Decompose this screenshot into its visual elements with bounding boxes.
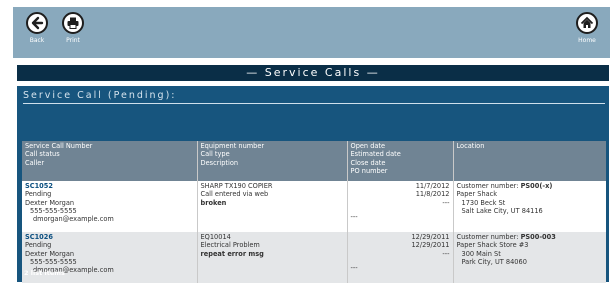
table-row[interactable]: SC1052 Pending Dexter Morgan 555-555-555… [22, 181, 606, 232]
print-label: Print [66, 37, 80, 44]
column-header-location[interactable]: Location [453, 141, 606, 181]
customer-number: Customer number: PS00(-x) [456, 182, 553, 190]
page-title: — Service Calls — [17, 65, 609, 81]
table-row[interactable]: SC1026 Pending Dexter Morgan 555-555-555… [22, 232, 606, 283]
caller-name: Dexter Morgan [25, 198, 75, 207]
equipment-cell: EQ10014 Electrical Problem repeat error … [197, 232, 348, 283]
location-city: Salt Lake City, UT 84116 [461, 206, 543, 215]
column-header-dates[interactable]: Open date Estimated date Close date PO n… [347, 141, 454, 181]
location-cell: Customer number: PS00(-x) Paper Shack 17… [453, 181, 606, 232]
call-type: Call entered via web [200, 190, 269, 199]
back-label: Back [29, 37, 45, 44]
equipment-cell: SHARP TX190 COPIER Call entered via web … [197, 181, 348, 232]
estimated-date: 12/29/2011 [411, 241, 450, 250]
caller-phone: 555-555-5555 [30, 206, 77, 215]
call-status: Pending [25, 241, 52, 250]
location-address: 300 Main St [461, 249, 501, 258]
location-name: Paper Shack Store #3 [456, 241, 529, 250]
close-date: --- [442, 198, 450, 207]
location-cell: Customer number: PS00-003 Paper Shack St… [453, 232, 606, 283]
home-button[interactable]: Home [573, 12, 601, 44]
back-arrow-icon [26, 12, 48, 34]
toolbar: Back Print Home [13, 7, 610, 58]
service-call-number-link[interactable]: SC1026 [25, 233, 194, 241]
close-date: --- [442, 249, 450, 258]
service-call-number-link[interactable]: SC1052 [25, 182, 194, 190]
home-icon [576, 12, 598, 34]
list-item-count: 2 list items [24, 269, 65, 277]
column-header-service-call[interactable]: Service Call Number Call status Caller [22, 141, 198, 181]
open-date: 11/7/2012 [415, 182, 450, 190]
caller-name: Dexter Morgan [25, 249, 75, 258]
po-number: --- [350, 212, 358, 221]
panel-title: Service Call (Pending): [23, 90, 177, 101]
open-date: 12/29/2011 [411, 233, 450, 241]
dates-cell: 11/7/2012 11/8/2012 --- --- [347, 181, 454, 232]
column-header-equipment[interactable]: Equipment number Call type Description [197, 141, 348, 181]
dates-cell: 12/29/2011 12/29/2011 --- --- [347, 232, 454, 283]
print-button[interactable]: Print [59, 12, 87, 44]
call-status: Pending [25, 190, 52, 199]
printer-icon [62, 12, 84, 34]
location-city: Park City, UT 84060 [461, 257, 527, 266]
po-number: --- [350, 263, 358, 272]
call-type: Electrical Problem [200, 241, 260, 250]
caller-phone: 555-555-5555 [30, 257, 77, 266]
location-address: 1730 Beck St [461, 198, 506, 207]
home-label: Home [578, 37, 596, 44]
service-call-cell: SC1052 Pending Dexter Morgan 555-555-555… [22, 181, 198, 232]
equipment-number: SHARP TX190 COPIER [200, 182, 273, 190]
estimated-date: 11/8/2012 [415, 190, 450, 199]
table-header: Service Call Number Call status Caller E… [22, 141, 606, 181]
service-calls-table: Service Call Number Call status Caller E… [22, 141, 606, 283]
customer-number: Customer number: PS00-003 [456, 233, 556, 241]
location-name: Paper Shack [456, 190, 498, 199]
panel-divider [23, 103, 605, 104]
back-button[interactable]: Back [23, 12, 51, 44]
equipment-number: EQ10014 [200, 233, 231, 241]
caller-email: dmorgan@example.com [33, 215, 114, 224]
description: repeat error msg [200, 249, 264, 258]
description: broken [200, 198, 227, 207]
